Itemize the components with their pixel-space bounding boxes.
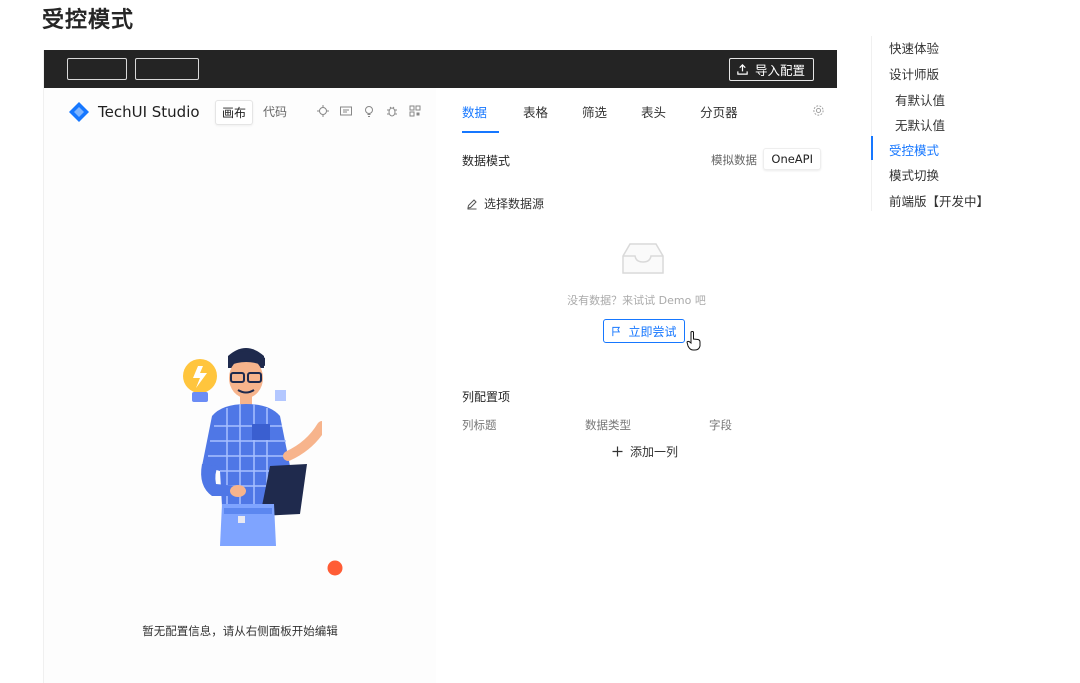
import-config-button[interactable]: 导入配置	[728, 58, 814, 81]
plus-icon	[612, 446, 623, 457]
page-title: 受控模式	[42, 8, 135, 33]
canvas-tools	[316, 103, 422, 117]
try-demo-label: 立即尝试	[628, 324, 677, 339]
empty-inbox-icon	[622, 243, 664, 274]
tab-data[interactable]: 数据	[462, 102, 500, 133]
gear-icon[interactable]	[812, 104, 825, 117]
empty-illustration	[183, 348, 322, 546]
columns-title: 列配置项	[462, 390, 511, 404]
view-tab-canvas[interactable]: 画布	[215, 100, 254, 125]
data-mode-title: 数据模式	[462, 154, 511, 168]
pointer-cursor-icon	[686, 331, 701, 351]
view-tab-code[interactable]: 代码	[257, 100, 293, 125]
canvas-panel: TechUI Studio 画布 代码 暂无配置信息，请从右侧面板开始编辑	[44, 88, 436, 683]
bug-icon[interactable]	[385, 103, 399, 117]
edit-icon	[467, 198, 477, 209]
toc-item-mode-switch[interactable]: 模式切换	[889, 165, 939, 184]
toc-item-designer[interactable]: 设计师版	[889, 64, 939, 83]
column-header-title: 列标题	[462, 418, 497, 432]
oneapi-option[interactable]: OneAPI	[763, 148, 821, 170]
tab-filter[interactable]: 筛选	[572, 102, 617, 133]
orange-dot	[327, 560, 343, 576]
add-column-button[interactable]: 添加一列	[612, 443, 678, 460]
brand: TechUI Studio	[68, 101, 200, 123]
toc-active-marker	[871, 136, 873, 160]
choose-datasource-link[interactable]: 选择数据源	[466, 195, 544, 212]
column-header-field: 字段	[709, 418, 732, 432]
choose-datasource-label: 选择数据源	[484, 197, 545, 211]
techui-logo-icon	[69, 102, 89, 122]
tab-header[interactable]: 表头	[631, 102, 676, 133]
demo-toolbar: 导入配置	[44, 50, 837, 88]
tab-table[interactable]: 表格	[513, 102, 558, 133]
toc-rail	[871, 36, 872, 211]
bulb-icon[interactable]	[362, 103, 376, 117]
import-config-label: 导入配置	[754, 64, 805, 78]
add-column-label: 添加一列	[630, 445, 679, 459]
brand-name: TechUI Studio	[98, 103, 200, 121]
toc-item-quick-start[interactable]: 快速体验	[889, 38, 939, 57]
upload-icon	[737, 64, 748, 75]
toc-item-with-default[interactable]: 有默认值	[895, 90, 945, 109]
toolbar-button-1[interactable]	[67, 58, 127, 80]
toc-item-frontend[interactable]: 前端版【开发中】	[889, 191, 989, 210]
tab-pagination[interactable]: 分页器	[690, 102, 748, 133]
layout-icon[interactable]	[339, 103, 353, 117]
demo-frame: 导入配置 TechUI Studio 画布 代码 暂无配置信息，请从右侧面板开始…	[43, 50, 837, 683]
target-icon[interactable]	[316, 103, 330, 117]
config-tabs: 数据 表格 筛选 表头 分页器	[462, 102, 762, 133]
canvas-empty-text: 暂无配置信息，请从右侧面板开始编辑	[142, 624, 338, 638]
view-switch: 画布 代码	[215, 100, 293, 125]
toc-item-controlled[interactable]: 受控模式	[889, 140, 939, 159]
toolbar-button-2[interactable]	[135, 58, 199, 80]
no-data-text: 没有数据？来试试 Demo 吧	[567, 294, 706, 307]
config-panel: 数据 表格 筛选 表头 分页器 数据模式 模拟数据 OneAPI 选择数据源 没…	[436, 88, 837, 683]
try-demo-button[interactable]: 立即尝试	[603, 319, 685, 343]
qrcode-icon[interactable]	[408, 103, 422, 117]
toc-item-no-default[interactable]: 无默认值	[895, 115, 945, 134]
mock-data-option[interactable]: 模拟数据	[711, 152, 757, 168]
column-header-type: 数据类型	[585, 418, 631, 432]
flag-icon	[612, 326, 621, 336]
